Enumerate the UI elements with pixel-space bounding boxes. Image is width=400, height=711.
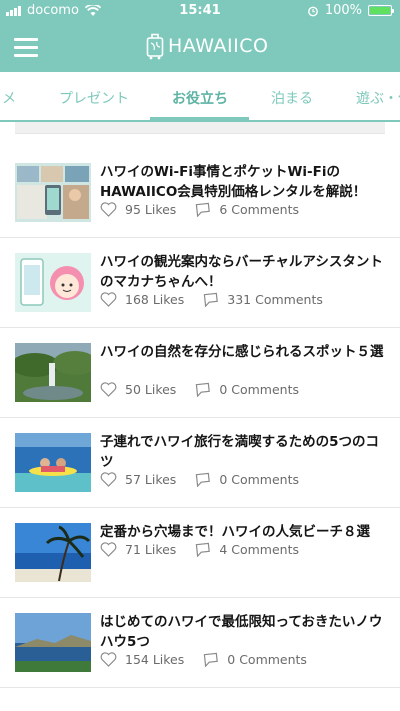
status-bar: docomo 15:41 100%: [0, 0, 400, 22]
article-title: ハワイの観光案内ならバーチャルアシスタントのマカナちゃんへ！: [100, 254, 383, 290]
heart-icon[interactable]: [100, 472, 117, 487]
comment-icon: [196, 472, 211, 487]
comments-group[interactable]: 0 Comments: [194, 472, 299, 487]
article-thumbnail: [15, 523, 91, 582]
palm-beach-image: [15, 523, 91, 582]
article-item[interactable]: 子連れでハワイ旅行を満喫するための5つのコツ 57 Likes 0 Commen…: [0, 418, 400, 508]
article-meta: 154 Likes 0 Comments: [100, 652, 307, 667]
comments-count: 331 Comments: [227, 292, 323, 307]
likes-count: 95 Likes: [125, 202, 177, 217]
likes-count: 57 Likes: [125, 472, 177, 487]
logo-text: HAWAIICO: [168, 35, 269, 57]
comment-icon: [196, 382, 211, 397]
comments-group[interactable]: 0 Comments: [202, 652, 307, 667]
heart-icon[interactable]: [100, 652, 117, 667]
article-item[interactable]: ハワイのWi-Fi事情とポケットWi-FiのHAWAIICO会員特別価格レンタル…: [0, 148, 400, 238]
article-title: 子連れでハワイ旅行を満喫するための5つのコツ: [100, 434, 379, 470]
comments-group[interactable]: 0 Comments: [194, 382, 299, 397]
article-meta: 71 Likes 4 Comments: [100, 542, 299, 557]
comments-group[interactable]: 4 Comments: [194, 542, 299, 557]
assistant-character-image: [15, 253, 91, 312]
kids-surfing-image: [15, 433, 91, 492]
battery-percent: 100%: [324, 3, 362, 18]
article-item[interactable]: はじめてのハワイで最低限知っておきたいノウハウ5つ 154 Likes 0 Co…: [0, 598, 400, 688]
comment-icon: [196, 202, 211, 217]
article-thumbnail: [15, 343, 91, 402]
comment-icon: [204, 652, 219, 667]
article-item[interactable]: ハワイの自然を存分に感じられるスポット５選 50 Likes 0 Comment…: [0, 328, 400, 418]
article-title: 定番から穴場まで！ハワイの人気ビーチ８選: [100, 524, 370, 540]
tab-partial-left[interactable]: メ: [2, 88, 16, 108]
suitcase-logo-icon: [146, 33, 164, 60]
heart-icon[interactable]: [100, 542, 117, 557]
comments-count: 0 Comments: [219, 382, 299, 397]
app-header: HAWAIICO: [0, 22, 400, 72]
active-tab-indicator: [150, 117, 249, 120]
heart-icon[interactable]: [100, 382, 117, 397]
heart-icon[interactable]: [100, 202, 117, 217]
likes-count: 154 Likes: [125, 652, 185, 667]
battery-icon: [368, 5, 394, 16]
waterfall-image: [15, 343, 91, 402]
category-tabs: メ プレゼント お役立ち 泊まる 遊ぶ・体: [0, 72, 400, 122]
comments-count: 0 Comments: [219, 472, 299, 487]
tab-present[interactable]: プレゼント: [59, 88, 129, 108]
likes-count: 168 Likes: [125, 292, 185, 307]
article-title: はじめてのハワイで最低限知っておきたいノウハウ5つ: [100, 614, 383, 650]
battery-fill: [370, 7, 390, 14]
hamburger-icon[interactable]: [14, 38, 38, 58]
comments-count: 0 Comments: [227, 652, 307, 667]
previous-card-edge: [15, 122, 385, 134]
comment-icon: [196, 542, 211, 557]
comments-group[interactable]: 331 Comments: [202, 292, 323, 307]
article-thumbnail: [15, 163, 91, 222]
article-meta: 50 Likes 0 Comments: [100, 382, 299, 397]
likes-count: 71 Likes: [125, 542, 177, 557]
article-thumbnail: [15, 433, 91, 492]
alarm-icon: [307, 6, 318, 16]
article-thumbnail: [15, 253, 91, 312]
article-item[interactable]: 定番から穴場まで！ハワイの人気ビーチ８選 71 Likes 4 Comments: [0, 508, 400, 598]
article-title: ハワイの自然を存分に感じられるスポット５選: [100, 344, 384, 360]
article-meta: 168 Likes 331 Comments: [100, 292, 323, 307]
article-meta: 57 Likes 0 Comments: [100, 472, 299, 487]
article-thumbnail: [15, 613, 91, 672]
comments-count: 4 Comments: [219, 542, 299, 557]
tab-play[interactable]: 遊ぶ・体: [356, 88, 400, 108]
comments-count: 6 Comments: [219, 202, 299, 217]
article-item[interactable]: ハワイの観光案内ならバーチャルアシスタントのマカナちゃんへ！ 168 Likes…: [0, 238, 400, 328]
coastline-image: [15, 613, 91, 672]
wifi-photos-image: [15, 163, 91, 222]
article-meta: 95 Likes 6 Comments: [100, 202, 299, 217]
comments-group[interactable]: 6 Comments: [194, 202, 299, 217]
comment-icon: [204, 292, 219, 307]
article-list: ハワイのWi-Fi事情とポケットWi-FiのHAWAIICO会員特別価格レンタル…: [0, 148, 400, 688]
tab-stay[interactable]: 泊まる: [271, 88, 313, 108]
heart-icon[interactable]: [100, 292, 117, 307]
article-title: ハワイのWi-Fi事情とポケットWi-FiのHAWAIICO会員特別価格レンタル…: [100, 164, 367, 200]
tab-useful[interactable]: お役立ち: [172, 88, 228, 108]
logo[interactable]: HAWAIICO: [146, 32, 268, 60]
status-right: 100%: [307, 3, 394, 18]
likes-count: 50 Likes: [125, 382, 177, 397]
